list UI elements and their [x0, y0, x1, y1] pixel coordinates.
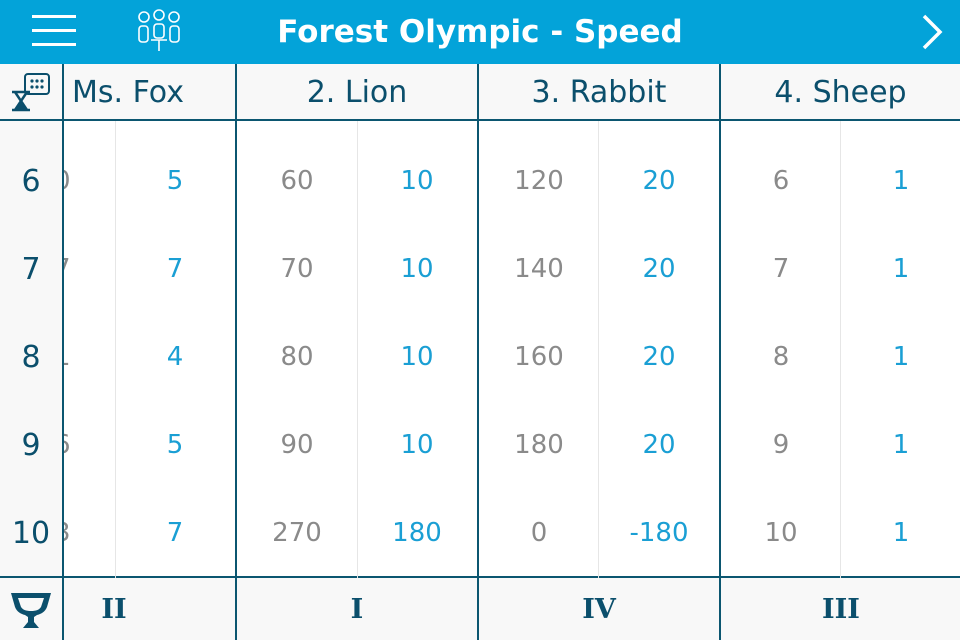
total-cell: 160 [514, 342, 564, 372]
total-cell: 180 [514, 430, 564, 460]
partial-total-cell: 1 [64, 342, 71, 372]
value-cell: 1 [892, 342, 910, 372]
partial-total-cell: 6 [64, 430, 71, 460]
value-cell: 20 [642, 430, 676, 460]
total-cell: 140 [514, 254, 564, 284]
total-cell: 9 [772, 430, 790, 460]
total-cell: 120 [514, 166, 564, 196]
value-cell: 10 [400, 342, 434, 372]
rank-label: III [822, 594, 860, 625]
value-cell: 5 [166, 166, 184, 196]
team-header-rabbit[interactable]: 3. Rabbit [479, 64, 719, 121]
total-cell: 270 [272, 518, 322, 548]
row-number: 9 [21, 428, 41, 463]
value-cell: 7 [166, 518, 184, 548]
row-number: 7 [21, 252, 41, 287]
row-number: 8 [21, 340, 41, 375]
top-bar: Forest Olympic - Speed [0, 0, 960, 64]
divider [477, 64, 479, 640]
value-cell: 180 [392, 518, 442, 548]
team-name: Ms. Fox [72, 75, 184, 110]
team-icon[interactable] [135, 9, 183, 53]
value-cell: 10 [400, 166, 434, 196]
team-name: 2. Lion [306, 75, 408, 110]
value-cell: 20 [642, 342, 676, 372]
value-cell: 1 [892, 430, 910, 460]
total-cell: 0 [530, 518, 548, 548]
team-header-sheep[interactable]: 4. Sheep [721, 64, 960, 121]
total-cell: 70 [280, 254, 314, 284]
divider [0, 119, 62, 121]
team-name: 3. Rabbit [531, 75, 667, 110]
total-cell: 6 [772, 166, 790, 196]
row-number: 6 [21, 164, 41, 199]
rank-label: IV [582, 594, 616, 625]
partial-total-cell: 0 [64, 166, 71, 196]
value-cell: 20 [642, 166, 676, 196]
value-cell: -180 [629, 518, 689, 548]
total-cell: 80 [280, 342, 314, 372]
value-cell: 7 [166, 254, 184, 284]
value-cell: 1 [892, 518, 910, 548]
trophy-icon[interactable] [9, 590, 53, 630]
team-header-fox[interactable]: Ms. Fox [64, 64, 235, 121]
value-cell: 10 [400, 430, 434, 460]
value-cell: 5 [166, 430, 184, 460]
divider [235, 64, 237, 640]
total-cell: 60 [280, 166, 314, 196]
value-cell: 10 [400, 254, 434, 284]
hourglass-scoreboard-icon[interactable] [10, 72, 52, 114]
total-cell: 8 [772, 342, 790, 372]
rank-label: I [350, 594, 364, 625]
team-name: 4. Sheep [774, 75, 907, 110]
row-number: 10 [11, 516, 51, 551]
total-cell: 7 [772, 254, 790, 284]
team-header-lion[interactable]: 2. Lion [237, 64, 477, 121]
partial-total-cell: 3 [64, 518, 71, 548]
partial-total-cell: 7 [64, 254, 71, 284]
value-cell: 4 [166, 342, 184, 372]
divider [62, 64, 64, 640]
value-cell: 1 [892, 166, 910, 196]
value-cell: 1 [892, 254, 910, 284]
rank-label: II [101, 594, 127, 625]
chevron-right-icon[interactable] [915, 12, 949, 52]
total-cell: 10 [764, 518, 798, 548]
menu-icon[interactable] [32, 15, 76, 47]
value-cell: 20 [642, 254, 676, 284]
total-cell: 90 [280, 430, 314, 460]
divider [719, 64, 721, 640]
